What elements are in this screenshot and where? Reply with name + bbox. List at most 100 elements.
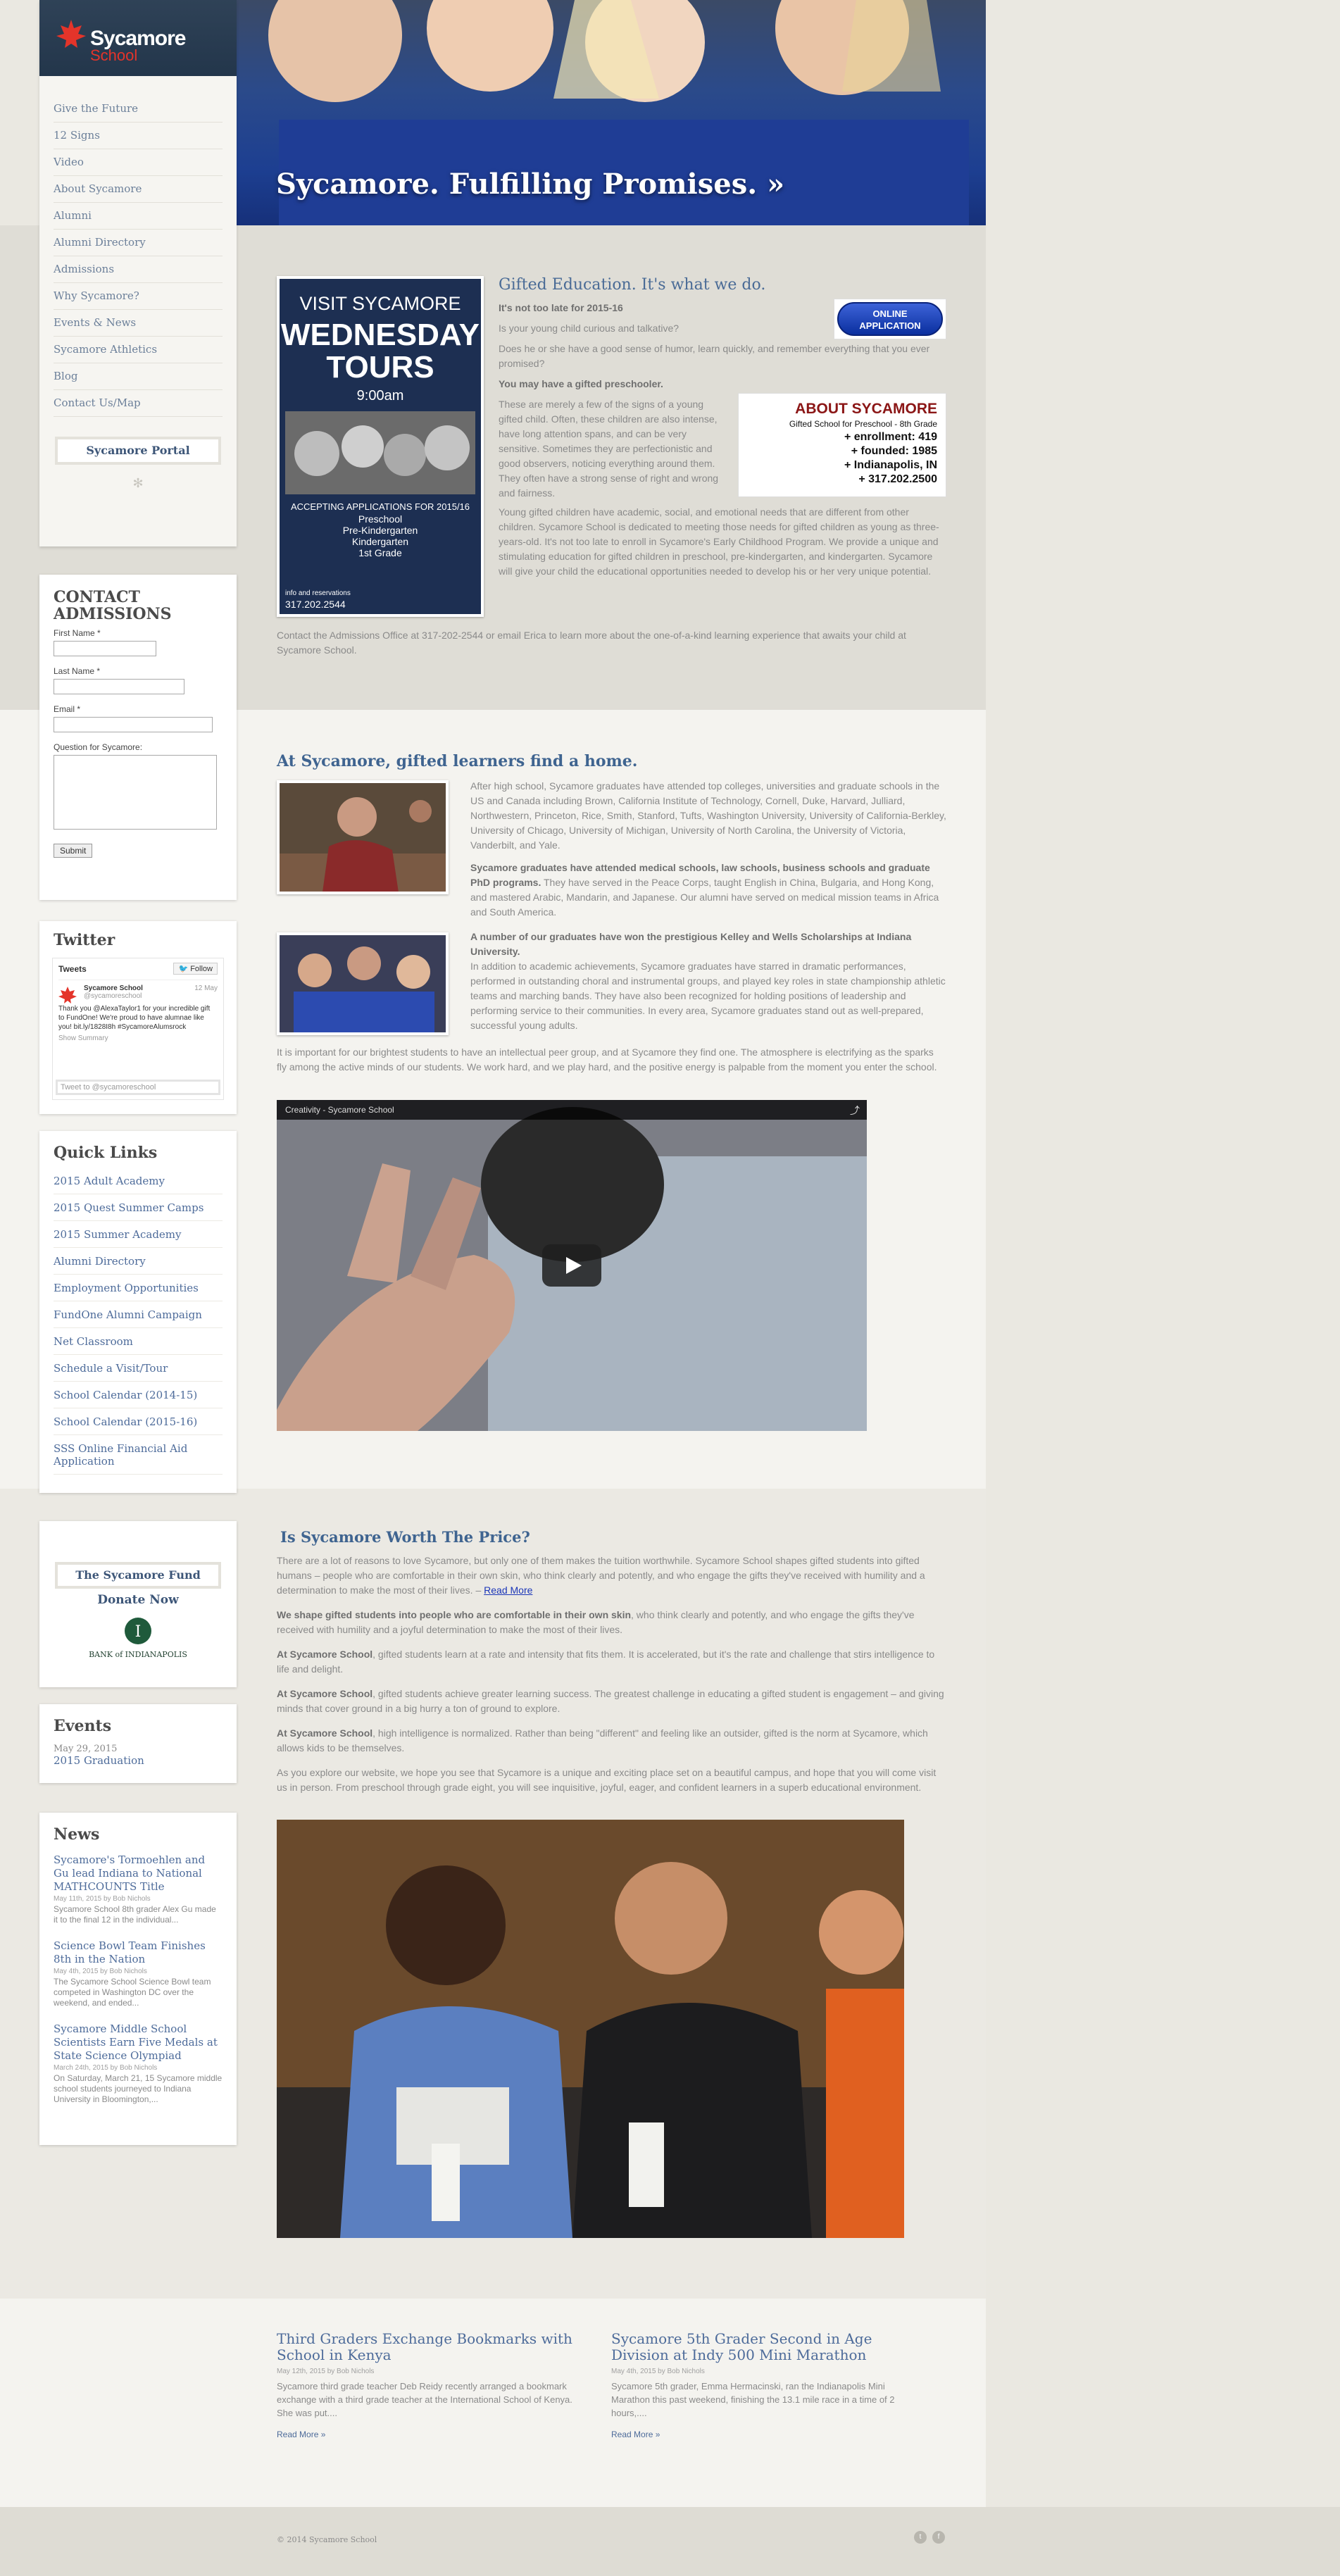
first-name-label: First Name * (54, 628, 101, 638)
nav-item-alumni[interactable]: Alumni (54, 203, 223, 230)
nav-item-give-the-future[interactable]: Give the Future (54, 96, 223, 123)
story-title-link[interactable]: Third Graders Exchange Bookmarks with Sc… (277, 2331, 587, 2363)
about-line: + founded: 1985 (851, 445, 937, 457)
event-date: May 29, 2015 (54, 1744, 118, 1754)
nav-item-admissions[interactable]: Admissions (54, 256, 223, 283)
tweet-text: Thank you @AlexaTaylor1 for your incredi… (58, 1005, 211, 1031)
twitter-widget: Twitter Tweets 🐦 Follow Sycamore School … (39, 921, 237, 1114)
tours-info: info and reservations (285, 589, 351, 597)
nav-item-blog[interactable]: Blog (54, 363, 223, 390)
story-read-more-link[interactable]: Read More » (277, 2430, 325, 2439)
facebook-icon[interactable]: f (932, 2531, 945, 2544)
play-button[interactable] (542, 1244, 601, 1287)
online-application-button[interactable]: ONLINE APPLICATION (834, 299, 946, 339)
learners-p4: It is important for our brightest studen… (277, 1046, 937, 1073)
follow-label: Follow (190, 965, 213, 973)
worth-p3: , gifted students learn at a rate and in… (277, 1649, 935, 1675)
bank-logo-text: BANK of INDIANAPOLIS (89, 1650, 187, 1659)
about-subtitle: Gifted School for Preschool - 8th Grade (789, 419, 937, 429)
worth-title: Is Sycamore Worth The Price? (280, 1528, 530, 1546)
question-label: Question for Sycamore: (54, 742, 143, 752)
site-logo[interactable]: Sycamore School (39, 0, 237, 76)
learners-p1: After high school, Sycamore graduates ha… (470, 780, 946, 851)
contact-heading-1: CONTACT (54, 588, 140, 606)
tours-grade: Pre-Kindergarten (342, 525, 418, 536)
news-title-link[interactable]: Sycamore's Tormoehlen and Gu lead Indian… (54, 1853, 223, 1894)
twitter-heading: Twitter (54, 931, 115, 949)
gifted-bold: You may have a gifted preschooler. (499, 378, 663, 389)
quick-link-net-classroom[interactable]: Net Classroom (54, 1328, 223, 1355)
first-name-field[interactable] (54, 641, 156, 656)
about-sycamore-box: ABOUT SYCAMORE Gifted School for Prescho… (738, 393, 946, 497)
nav-item-video[interactable]: Video (54, 149, 223, 176)
twitter-bird-icon: 🐦 (178, 965, 189, 973)
story-read-more-link[interactable]: Read More » (611, 2430, 660, 2439)
quick-link-fundone[interactable]: FundOne Alumni Campaign (54, 1301, 223, 1328)
worth-p6: As you explore our website, we hope you … (277, 1767, 937, 1793)
share-icon[interactable]: ⤴ (850, 1103, 860, 1118)
donate-now-link[interactable]: Donate Now (39, 1593, 237, 1607)
submit-button[interactable]: Submit (54, 844, 93, 858)
worth-body: There are a lot of reasons to love Sycam… (277, 1553, 946, 1805)
worth-p1: There are a lot of reasons to love Sycam… (277, 1555, 925, 1596)
gifted-p5: Contact the Admissions Office at 317-202… (277, 630, 906, 656)
quick-links-heading: Quick Links (54, 1144, 158, 1162)
news-title-link[interactable]: Sycamore Middle School Scientists Earn F… (54, 2022, 223, 2063)
worth-p4: , gifted students achieve greater learni… (277, 1688, 944, 1714)
worth-p2-bold: We shape gifted students into people who… (277, 1609, 632, 1620)
tours-line2: WEDNESDAY (281, 318, 480, 352)
nav-item-athletics[interactable]: Sycamore Athletics (54, 337, 223, 363)
tweet-date: 12 May (194, 984, 218, 992)
news-title-link[interactable]: Science Bowl Team Finishes 8th in the Na… (54, 1939, 223, 1966)
tours-phone: 317.202.2544 (285, 599, 346, 610)
svg-text:I: I (135, 1623, 142, 1641)
tours-time: 9:00am (356, 388, 404, 404)
quick-link-financial-aid[interactable]: SSS Online Financial Aid Application (54, 1435, 223, 1475)
quick-link-employment[interactable]: Employment Opportunities (54, 1275, 223, 1301)
story-meta: May 4th, 2015 by Bob Nichols (611, 2368, 705, 2375)
gifted-p2: Does he or she have a good sense of humo… (499, 343, 930, 369)
nav-item-events-news[interactable]: Events & News (54, 310, 223, 337)
nav-item-about[interactable]: About Sycamore (54, 176, 223, 203)
fund-button[interactable]: The Sycamore Fund (55, 1562, 221, 1589)
tours-grade: Kindergarten (351, 536, 409, 547)
video-title[interactable]: Creativity - Sycamore School (277, 1100, 867, 1120)
sycamore-fund: The Sycamore Fund Donate Now I BANK of I… (39, 1521, 237, 1687)
lab-photo (277, 780, 449, 894)
quick-link-alumni-directory[interactable]: Alumni Directory (54, 1248, 223, 1275)
nav-item-why-sycamore[interactable]: Why Sycamore? (54, 283, 223, 310)
nav-item-contact[interactable]: Contact Us/Map (54, 390, 223, 417)
worth-p3-bold: At Sycamore School (277, 1649, 373, 1660)
portal-button[interactable]: Sycamore Portal (55, 437, 221, 465)
story-title-link[interactable]: Sycamore 5th Grader Second in Age Divisi… (611, 2331, 921, 2363)
quick-links: Quick Links 2015 Adult Academy 2015 Ques… (39, 1131, 237, 1493)
quick-link-schedule-visit[interactable]: Schedule a Visit/Tour (54, 1355, 223, 1382)
nav-item-12-signs[interactable]: 12 Signs (54, 123, 223, 149)
quick-link-quest-camps[interactable]: 2015 Quest Summer Camps (54, 1194, 223, 1221)
read-more-link[interactable]: Read More (484, 1584, 532, 1596)
event-title-link[interactable]: 2015 Graduation (54, 1754, 223, 1767)
events-heading: Events (54, 1717, 112, 1735)
learners-p3-bold: A number of our graduates have won the p… (470, 931, 912, 957)
learners-p3: In addition to academic achievements, Sy… (470, 961, 946, 1031)
nav-item-alumni-directory[interactable]: Alumni Directory (54, 230, 223, 256)
news-widget: News Sycamore's Tormoehlen and Gu lead I… (39, 1813, 237, 2145)
gifted-p4: Young gifted children have academic, soc… (499, 506, 939, 577)
follow-button[interactable]: 🐦 Follow (173, 963, 218, 975)
email-field[interactable] (54, 717, 213, 732)
hero-banner[interactable]: Sycamore. Fulfilling Promises. » (237, 0, 986, 225)
video-player[interactable]: Creativity - Sycamore School ⤴ (277, 1100, 867, 1431)
tours-line3: TOURS (326, 350, 434, 384)
hero-title[interactable]: Sycamore. Fulfilling Promises. » (276, 168, 784, 201)
tours-flyer[interactable]: VISIT SYCAMORE WEDNESDAY TOURS 9:00am AC… (277, 276, 484, 617)
question-textarea[interactable] (54, 755, 217, 830)
show-summary-link[interactable]: Show Summary (58, 1034, 218, 1042)
quick-link-adult-academy[interactable]: 2015 Adult Academy (54, 1168, 223, 1194)
quick-link-calendar-2015[interactable]: School Calendar (2015-16) (54, 1408, 223, 1435)
tweet-to-input[interactable]: Tweet to @sycamoreschool (56, 1080, 220, 1095)
last-name-field[interactable] (54, 679, 184, 694)
twitter-icon[interactable]: t (914, 2531, 927, 2544)
quick-link-summer-academy[interactable]: 2015 Summer Academy (54, 1221, 223, 1248)
quick-link-calendar-2014[interactable]: School Calendar (2014-15) (54, 1382, 223, 1408)
story-snippet: Sycamore third grade teacher Deb Reidy r… (277, 2381, 572, 2418)
